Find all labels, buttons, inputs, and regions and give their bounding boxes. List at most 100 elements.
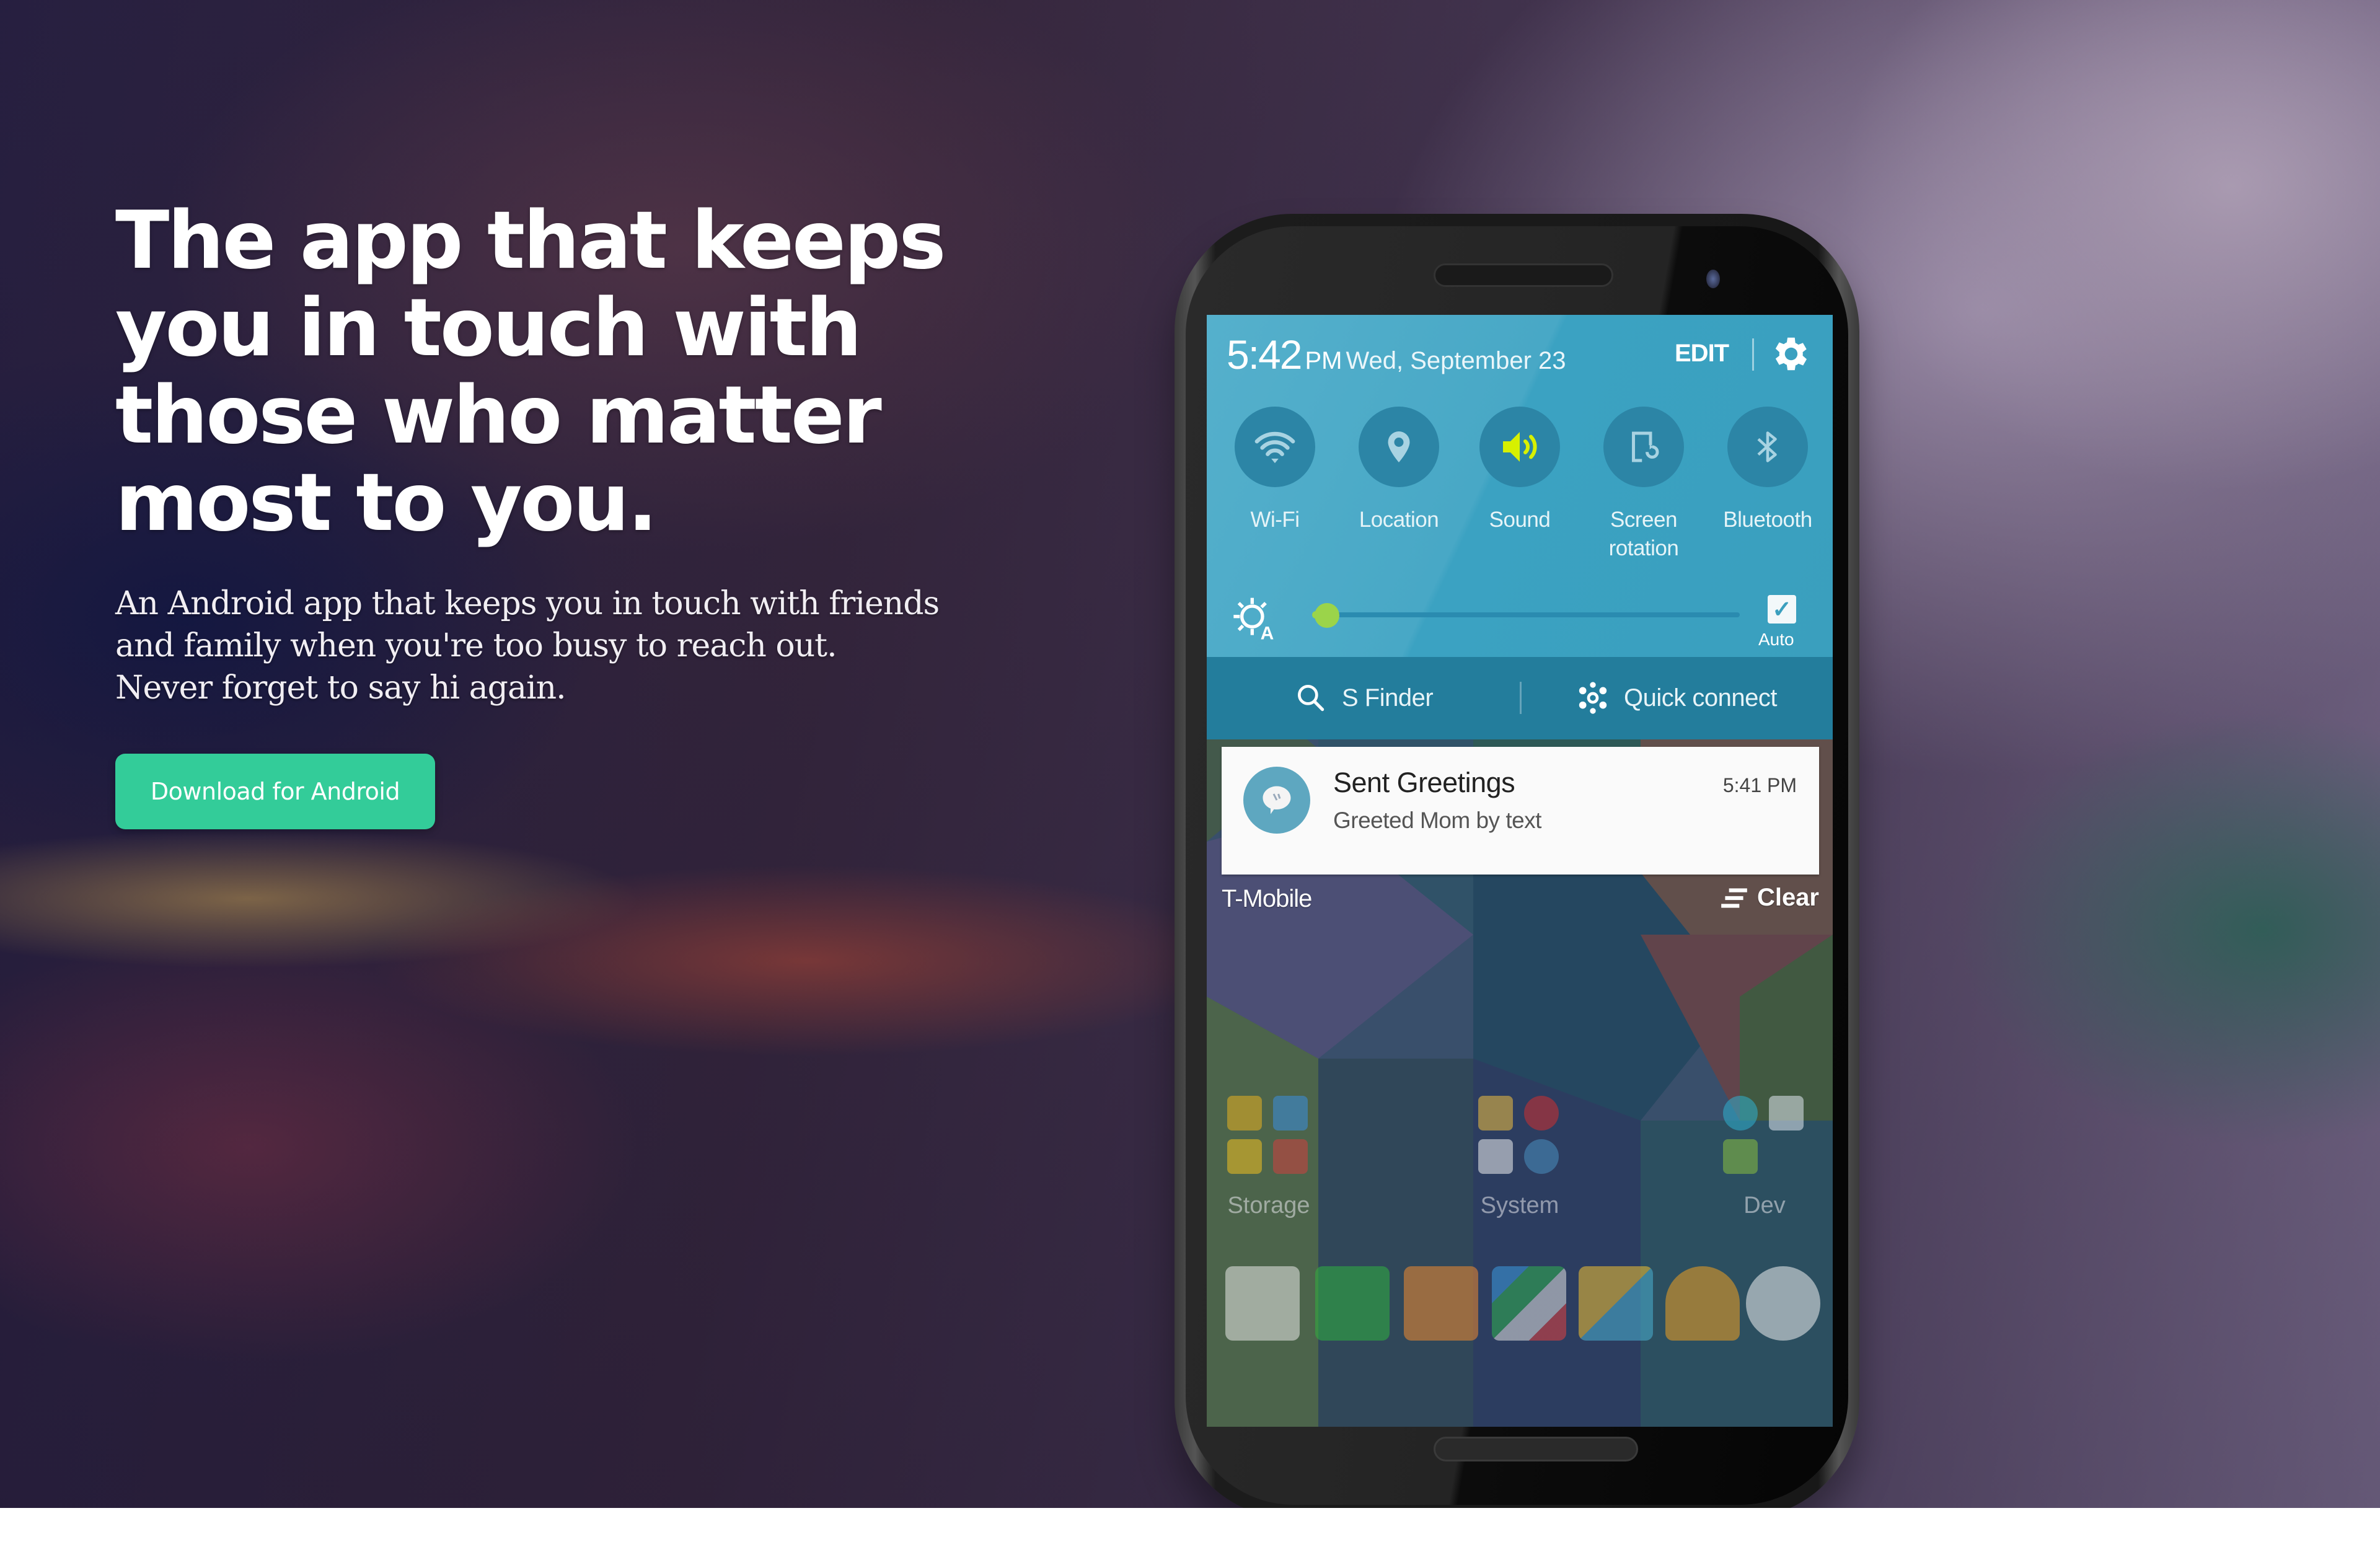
toggle-wifi[interactable]: Wi-Fi xyxy=(1213,407,1337,534)
clock-ampm: PM xyxy=(1305,347,1342,374)
brightness-slider-track[interactable] xyxy=(1312,612,1740,617)
folder-storage[interactable]: Storage xyxy=(1207,1096,1331,1219)
headline-line: most to you. xyxy=(115,457,658,549)
clock-time: 5:42 xyxy=(1227,332,1302,377)
toggle-circle xyxy=(1235,407,1315,487)
earpiece-speaker xyxy=(1434,263,1613,287)
photos-icon xyxy=(1273,1139,1308,1174)
dev-tool-icon xyxy=(1769,1096,1804,1130)
play-music-icon[interactable] xyxy=(1665,1266,1740,1341)
finder-bar: S Finder Quick connect xyxy=(1207,657,1833,739)
bottom-speaker xyxy=(1434,1437,1638,1461)
toggle-label: Screen rotation xyxy=(1582,506,1706,563)
quick-connect-button[interactable]: Quick connect xyxy=(1576,681,1777,715)
headline-line: those who matter xyxy=(115,369,882,462)
folder-dev[interactable]: Dev xyxy=(1703,1096,1827,1219)
clear-all-icon xyxy=(1721,888,1747,908)
toggle-bluetooth[interactable]: Bluetooth xyxy=(1706,407,1830,534)
quick-toggles: Wi-Fi Location Sound Screen rotation Blu… xyxy=(1207,407,1833,568)
file-manager-icon xyxy=(1478,1096,1513,1130)
page-below-hero xyxy=(0,1508,2380,1547)
quick-connect-label: Quick connect xyxy=(1624,684,1777,712)
toggle-circle xyxy=(1727,407,1808,487)
settings-app-icon xyxy=(1524,1096,1559,1130)
brightness-row: A ✓ Auto xyxy=(1207,575,1833,657)
bluetooth-icon xyxy=(1757,431,1777,462)
toggle-location[interactable]: Location xyxy=(1337,407,1461,534)
play-store-icon xyxy=(1478,1139,1513,1174)
toggle-label: Sound xyxy=(1489,508,1551,532)
notification-title: Sent Greetings xyxy=(1333,767,1515,798)
auto-brightness-icon[interactable]: A xyxy=(1232,594,1281,643)
toggle-label-line: rotation xyxy=(1608,536,1679,560)
toggle-sound[interactable]: Sound xyxy=(1458,407,1582,534)
svg-text:A: A xyxy=(1261,623,1274,643)
toggle-circle xyxy=(1359,407,1439,487)
system-settings-icon xyxy=(1524,1139,1559,1174)
edit-button[interactable]: EDIT xyxy=(1675,340,1729,368)
gear-icon[interactable] xyxy=(1768,332,1811,376)
play-store-icon[interactable] xyxy=(1225,1266,1300,1341)
subtitle-line: Never forget to say hi again. xyxy=(115,669,566,707)
dev-app-icon xyxy=(1723,1096,1758,1130)
folder-icons xyxy=(1703,1096,1827,1174)
android-icon xyxy=(1723,1139,1758,1174)
notification-time: 5:41 PM xyxy=(1722,774,1797,796)
search-icon xyxy=(1298,685,1324,712)
folder-icons xyxy=(1458,1096,1582,1174)
location-pin-icon xyxy=(1388,431,1410,462)
toggle-circle xyxy=(1603,407,1684,487)
front-camera xyxy=(1706,270,1720,288)
gallery-icon xyxy=(1227,1139,1262,1174)
toggle-label-line: Screen xyxy=(1610,508,1677,532)
toggle-label: Bluetooth xyxy=(1723,508,1812,532)
finder-divider xyxy=(1520,682,1522,714)
toggle-screen-rotation[interactable]: Screen rotation xyxy=(1582,407,1706,563)
auto-brightness-checkbox[interactable]: ✓ xyxy=(1768,595,1796,624)
folder-label: Dev xyxy=(1743,1192,1786,1219)
brightness-slider-handle[interactable] xyxy=(1315,603,1339,628)
phone-icon[interactable] xyxy=(1315,1266,1390,1341)
hero-headline: The app that keeps you in touch with tho… xyxy=(115,197,983,547)
auto-brightness-label: Auto xyxy=(1758,630,1794,649)
folder-label: Storage xyxy=(1227,1192,1310,1219)
screen-rotation-icon xyxy=(1632,431,1659,462)
drive-icon xyxy=(1227,1096,1262,1130)
contacts-icon[interactable] xyxy=(1404,1266,1478,1341)
apps-cluster-icon[interactable] xyxy=(1492,1266,1566,1341)
folder-system[interactable]: System xyxy=(1458,1096,1582,1219)
hero-section: The app that keeps you in touch with tho… xyxy=(0,0,2380,1508)
empty-slot xyxy=(1769,1139,1804,1174)
s-finder-label: S Finder xyxy=(1342,684,1434,712)
notification-card[interactable]: Sent Greetings Greeted Mom by text 5:41 … xyxy=(1222,747,1819,875)
home-dock xyxy=(1207,1266,1833,1359)
subtitle-line: An Android app that keeps you in touch w… xyxy=(115,585,940,622)
apps-cluster-icon-2[interactable] xyxy=(1579,1266,1653,1341)
folder-icons xyxy=(1207,1096,1331,1174)
clock-date: Wed, September 23 xyxy=(1346,347,1566,374)
header-divider xyxy=(1752,338,1754,371)
chat-bubble-icon xyxy=(1263,786,1291,814)
s-finder-button[interactable]: S Finder xyxy=(1294,681,1434,715)
phone-screen: 5:42 PM Wed, September 23 EDIT Wi-Fi Loc… xyxy=(1207,315,1833,1427)
toggle-circle xyxy=(1479,407,1560,487)
clear-notifications-button[interactable]: Clear xyxy=(1719,884,1819,912)
toggle-label: Wi-Fi xyxy=(1250,508,1300,532)
wifi-icon xyxy=(1254,431,1295,464)
hero-subtitle: An Android app that keeps you in touch w… xyxy=(115,583,1014,709)
quick-settings-panel: 5:42 PM Wed, September 23 EDIT Wi-Fi Loc… xyxy=(1207,315,1833,657)
folder-label: System xyxy=(1480,1192,1559,1219)
app-drawer-icon[interactable] xyxy=(1746,1266,1820,1341)
speaker-icon xyxy=(1503,432,1537,462)
notification-body: Greeted Mom by text xyxy=(1333,808,1541,833)
dropbox-icon xyxy=(1273,1096,1308,1130)
headline-line: you in touch with xyxy=(115,282,862,374)
notification-app-icon xyxy=(1243,767,1310,834)
toggle-label: Location xyxy=(1359,508,1439,532)
clear-label: Clear xyxy=(1756,884,1819,911)
carrier-label: T-Mobile xyxy=(1222,885,1312,912)
download-android-button[interactable]: Download for Android xyxy=(115,754,435,829)
status-clock: 5:42 PM Wed, September 23 xyxy=(1227,331,1566,378)
quick-connect-icon xyxy=(1579,682,1607,714)
headline-line: The app that keeps xyxy=(115,195,946,287)
